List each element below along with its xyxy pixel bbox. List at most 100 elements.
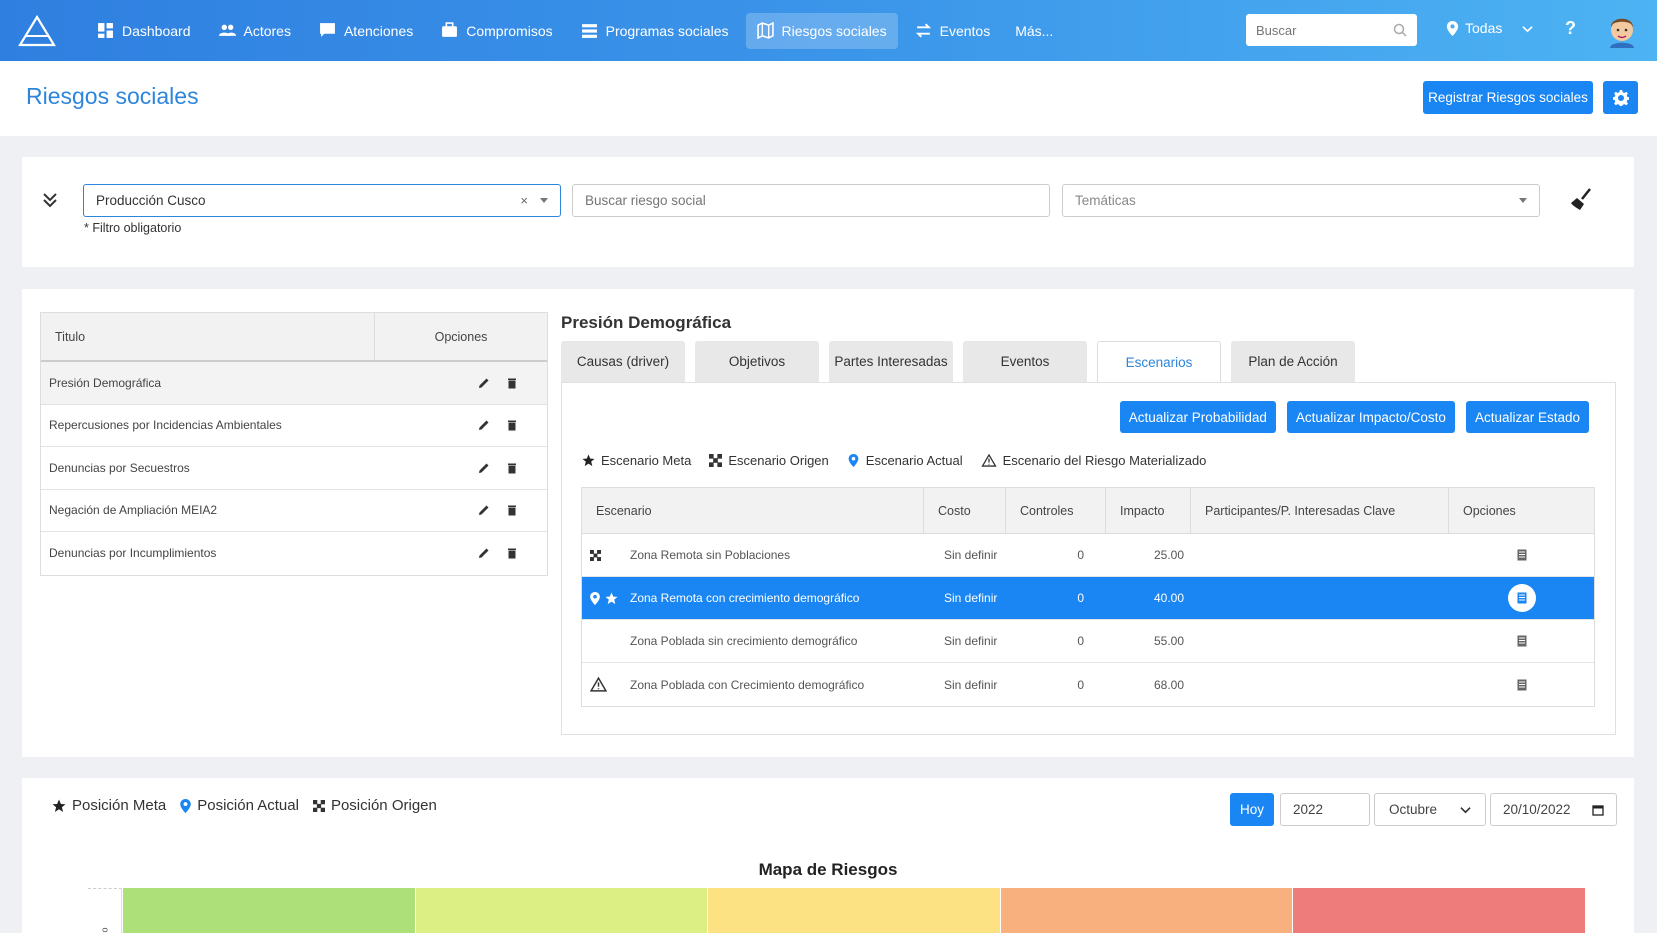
table-row[interactable]: Denuncias por Secuestros [41, 447, 547, 490]
scenario-cost: Sin definir [944, 634, 998, 648]
date-value: 20/10/2022 [1503, 802, 1571, 817]
document-icon[interactable] [1516, 679, 1528, 691]
search-icon[interactable] [1393, 23, 1407, 37]
chevron-down-icon [1460, 807, 1471, 814]
warning-icon [980, 454, 997, 467]
page-header: Riesgos sociales Registrar Riesgos socia… [0, 61, 1657, 136]
project-select-value: Producción Cusco [96, 193, 206, 208]
year-input[interactable] [1280, 793, 1370, 826]
table-row[interactable]: Repercusiones por Incidencias Ambientale… [41, 405, 547, 447]
double-chevron-down-icon[interactable] [42, 192, 58, 208]
tematicas-select[interactable]: Temáticas [1062, 184, 1540, 217]
table-row[interactable]: Zona Poblada con Crecimiento demográfico… [582, 663, 1594, 706]
trash-icon[interactable] [506, 462, 518, 474]
table-row[interactable]: Zona Remota sin Poblaciones Sin definir … [582, 534, 1594, 577]
tab-partes-interesadas[interactable]: Partes Interesadas [829, 341, 953, 382]
broom-icon[interactable] [1568, 187, 1594, 213]
table-row[interactable]: Denuncias por Incumplimientos [41, 532, 547, 575]
col-costo: Costo [924, 488, 1006, 533]
pencil-icon[interactable] [478, 504, 490, 516]
nav-riesgos-sociales[interactable]: Riesgos sociales [745, 12, 898, 49]
document-button[interactable] [1507, 584, 1536, 612]
risk-map-cell [708, 888, 1001, 933]
warning-icon [590, 677, 607, 692]
tab-objetivos[interactable]: Objetivos [695, 341, 819, 382]
nav-actores-label: Actores [243, 22, 291, 39]
briefcase-icon [442, 22, 458, 37]
map-icon [756, 22, 774, 39]
tab-escenarios[interactable]: Escenarios [1097, 341, 1221, 383]
legend-posicion-origen: Posición Origen [330, 797, 437, 814]
dashboard-icon [98, 23, 113, 38]
location-label: Todas [1465, 20, 1503, 36]
top-navbar: Dashboard Actores Atenciones Compromisos… [0, 0, 1657, 61]
month-select[interactable]: Octubre [1374, 793, 1486, 826]
map-legend: Posición Meta Posición Actual Posición O… [52, 797, 437, 814]
document-icon[interactable] [1516, 549, 1528, 561]
global-search[interactable] [1246, 14, 1417, 46]
project-select[interactable]: Producción Cusco × [83, 184, 561, 217]
star-icon [582, 454, 595, 467]
map-marker-icon [1446, 20, 1459, 36]
trash-icon[interactable] [506, 377, 518, 389]
settings-button[interactable] [1603, 81, 1638, 114]
clear-icon[interactable]: × [520, 193, 528, 208]
risk-map-title: Mapa de Riesgos [758, 860, 898, 879]
nav-eventos[interactable]: Eventos [904, 13, 1002, 49]
legend-materializado: Escenario del Riesgo Materializado [1002, 453, 1207, 468]
table-row[interactable]: Zona Remota con crecimiento demográfico … [582, 577, 1594, 620]
trash-icon[interactable] [506, 419, 518, 431]
help-button[interactable]: ? [1565, 18, 1576, 39]
risks-table: Titulo Opciones Presión Demográfica Repe… [40, 312, 548, 576]
nav-programas-sociales[interactable]: Programas sociales [570, 13, 740, 49]
gear-icon [1612, 89, 1629, 106]
tab-plan-de-accion[interactable]: Plan de Acción [1231, 341, 1355, 382]
nav-dashboard[interactable]: Dashboard [86, 13, 202, 49]
table-row[interactable]: Zona Poblada sin crecimiento demográfico… [582, 620, 1594, 663]
tab-causas[interactable]: Causas (driver) [561, 341, 685, 382]
nav-atenciones[interactable]: Atenciones [308, 13, 424, 49]
nav-actores[interactable]: Actores [208, 13, 302, 49]
trash-icon[interactable] [506, 547, 518, 559]
risk-search-input[interactable] [572, 184, 1050, 217]
location-selector[interactable]: Todas [1446, 20, 1534, 36]
update-status-button[interactable]: Actualizar Estado [1465, 401, 1589, 433]
table-row[interactable]: Negación de Ampliación MEIA2 [41, 490, 547, 532]
pencil-icon[interactable] [478, 462, 490, 474]
nav-compromisos[interactable]: Compromisos [430, 13, 563, 49]
risk-title: Denuncias por Secuestros [49, 460, 190, 475]
pencil-icon[interactable] [478, 419, 490, 431]
scenarios-table-header: Escenario Costo Controles Impacto Partic… [582, 488, 1594, 534]
tab-eventos[interactable]: Eventos [963, 341, 1087, 382]
origin-marker-icon [312, 799, 325, 812]
exchange-icon [915, 23, 931, 38]
update-impact-cost-button[interactable]: Actualizar Impacto/Costo [1286, 401, 1455, 433]
risk-heatmap-row [123, 888, 1586, 933]
origin-marker-icon [709, 454, 723, 467]
register-risk-button[interactable]: Registrar Riesgos sociales [1423, 81, 1593, 114]
scenario-cost: Sin definir [944, 548, 998, 562]
date-input[interactable]: 20/10/2022 [1490, 793, 1617, 826]
global-search-input[interactable] [1256, 22, 1386, 38]
scenario-name: Zona Poblada sin crecimiento demográfico [630, 634, 858, 648]
col-escenario: Escenario [582, 488, 924, 533]
tematicas-placeholder: Temáticas [1075, 193, 1136, 208]
trash-icon[interactable] [506, 504, 518, 516]
nav-more[interactable]: Más... [1015, 23, 1053, 39]
detail-tabs: Causas (driver) Objetivos Partes Interes… [561, 341, 1355, 383]
today-button[interactable]: Hoy [1230, 793, 1274, 826]
star-icon [52, 799, 66, 812]
pencil-icon[interactable] [478, 547, 490, 559]
document-icon[interactable] [1516, 635, 1528, 647]
risk-title: Negación de Ampliación MEIA2 [49, 503, 218, 518]
app-logo[interactable] [18, 14, 56, 47]
user-avatar[interactable] [1605, 12, 1639, 48]
pencil-icon[interactable] [478, 377, 490, 389]
calendar-icon[interactable] [1592, 804, 1604, 816]
scenario-controls: 0 [1077, 548, 1084, 562]
update-probability-button[interactable]: Actualizar Probabilidad [1119, 401, 1276, 433]
risk-map-panel: Posición Meta Posición Actual Posición O… [22, 778, 1634, 933]
nav-riesgos-label: Riesgos sociales [781, 22, 887, 39]
col-opciones: Opciones [1463, 503, 1516, 518]
table-row[interactable]: Presión Demográfica [41, 362, 547, 405]
